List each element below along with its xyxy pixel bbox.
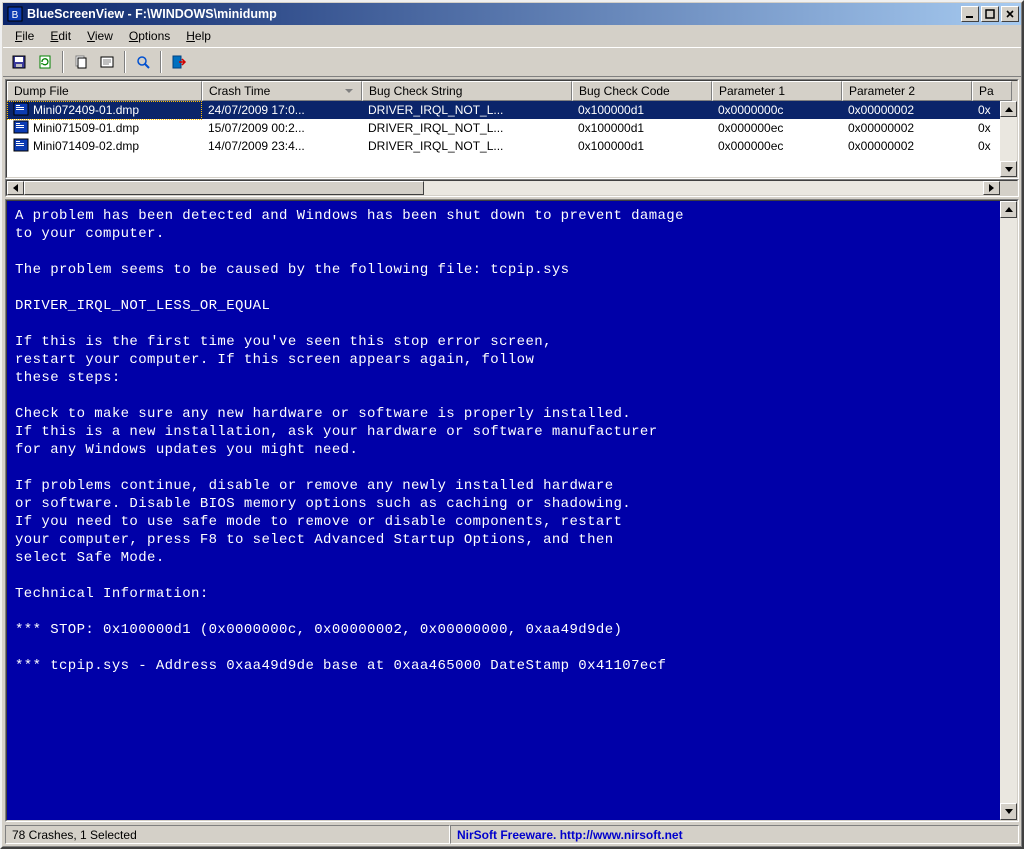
list-horizontal-scrollbar[interactable]	[5, 179, 1019, 197]
column-header[interactable]: Bug Check Code	[572, 81, 712, 101]
table-cell: Mini071409-02.dmp	[7, 138, 202, 155]
close-button[interactable]	[1001, 6, 1019, 22]
toolbar-separator	[62, 51, 64, 73]
scroll-thumb[interactable]	[24, 181, 424, 195]
scroll-track[interactable]	[424, 181, 983, 195]
menubar: FileEditViewOptionsHelp	[3, 25, 1021, 47]
refresh-icon[interactable]	[33, 51, 57, 74]
table-cell: Mini071509-01.dmp	[7, 120, 202, 137]
app-icon: B	[7, 6, 23, 22]
scroll-left-button[interactable]	[7, 181, 24, 195]
exit-icon[interactable]	[167, 51, 191, 74]
scroll-down-button[interactable]	[1000, 161, 1017, 177]
column-header[interactable]: Pa	[972, 81, 1012, 101]
table-cell: 0x00000002	[842, 139, 972, 153]
table-cell: 0x00000002	[842, 103, 972, 117]
app-window: B BlueScreenView - F:\WINDOWS\minidump F…	[0, 0, 1024, 849]
table-row[interactable]: Mini071509-01.dmp15/07/2009 00:2...DRIVE…	[7, 119, 1017, 137]
scroll-down-button[interactable]	[1000, 803, 1017, 820]
column-header[interactable]: Parameter 1	[712, 81, 842, 101]
properties-icon[interactable]	[95, 51, 119, 74]
window-inner: B BlueScreenView - F:\WINDOWS\minidump F…	[2, 2, 1022, 847]
minimize-button[interactable]	[961, 6, 979, 22]
menu-file[interactable]: File	[7, 27, 42, 45]
menu-edit[interactable]: Edit	[42, 27, 79, 45]
table-cell: Mini072409-01.dmp	[7, 101, 202, 120]
column-headers: Dump FileCrash TimeBug Check StringBug C…	[7, 81, 1018, 101]
column-header[interactable]: Parameter 2	[842, 81, 972, 101]
bsod-panel: A problem has been detected and Windows …	[5, 199, 1019, 822]
table-cell: 0x000000ec	[712, 121, 842, 135]
toolbar-separator	[124, 51, 126, 73]
toolbar	[3, 47, 1021, 77]
table-cell: 0x000000ec	[712, 139, 842, 153]
statusbar: 78 Crashes, 1 Selected NirSoft Freeware.…	[3, 824, 1021, 846]
column-header[interactable]: Dump File	[7, 81, 202, 101]
column-header[interactable]: Bug Check String	[362, 81, 572, 101]
copy-icon[interactable]	[69, 51, 93, 74]
bsod-text[interactable]: A problem has been detected and Windows …	[7, 201, 1000, 820]
bsod-vertical-scrollbar[interactable]	[1000, 201, 1017, 820]
scroll-right-button[interactable]	[983, 181, 1000, 195]
status-left: 78 Crashes, 1 Selected	[5, 825, 450, 844]
scroll-up-button[interactable]	[1000, 101, 1017, 117]
table-cell: 0x100000d1	[572, 121, 712, 135]
toolbar-separator	[160, 51, 162, 73]
table-cell: 0x100000d1	[572, 139, 712, 153]
scroll-track[interactable]	[1000, 218, 1017, 803]
dump-icon	[13, 138, 29, 155]
menu-help[interactable]: Help	[178, 27, 219, 45]
list-vertical-scrollbar[interactable]	[1000, 101, 1017, 177]
svg-text:B: B	[12, 10, 19, 21]
dump-icon	[13, 120, 29, 137]
column-header[interactable]: Crash Time	[202, 81, 362, 101]
dump-icon	[13, 102, 29, 119]
maximize-button[interactable]	[981, 6, 999, 22]
table-cell: 14/07/2009 23:4...	[202, 139, 362, 153]
table-cell: 0x0000000c	[712, 103, 842, 117]
table-cell: DRIVER_IRQL_NOT_L...	[362, 103, 572, 117]
table-cell: 15/07/2009 00:2...	[202, 121, 362, 135]
status-right[interactable]: NirSoft Freeware. http://www.nirsoft.net	[450, 825, 1019, 844]
title-text: BlueScreenView - F:\WINDOWS\minidump	[27, 7, 959, 21]
list-body[interactable]: Mini072409-01.dmp24/07/2009 17:0...DRIVE…	[7, 101, 1017, 177]
table-cell: 0x00000002	[842, 121, 972, 135]
table-cell: DRIVER_IRQL_NOT_L...	[362, 121, 572, 135]
find-icon[interactable]	[131, 51, 155, 74]
table-cell: 0x100000d1	[572, 103, 712, 117]
table-cell: DRIVER_IRQL_NOT_L...	[362, 139, 572, 153]
scroll-corner	[1000, 181, 1017, 195]
table-cell: 24/07/2009 17:0...	[202, 103, 362, 117]
dump-listview: Dump FileCrash TimeBug Check StringBug C…	[5, 79, 1019, 179]
table-row[interactable]: Mini071409-02.dmp14/07/2009 23:4...DRIVE…	[7, 137, 1017, 155]
menu-options[interactable]: Options	[121, 27, 178, 45]
scroll-track[interactable]	[1000, 117, 1017, 161]
menu-view[interactable]: View	[79, 27, 121, 45]
save-icon[interactable]	[7, 51, 31, 74]
scroll-up-button[interactable]	[1000, 201, 1017, 218]
titlebar[interactable]: B BlueScreenView - F:\WINDOWS\minidump	[3, 3, 1021, 25]
table-row[interactable]: Mini072409-01.dmp24/07/2009 17:0...DRIVE…	[7, 101, 1017, 119]
